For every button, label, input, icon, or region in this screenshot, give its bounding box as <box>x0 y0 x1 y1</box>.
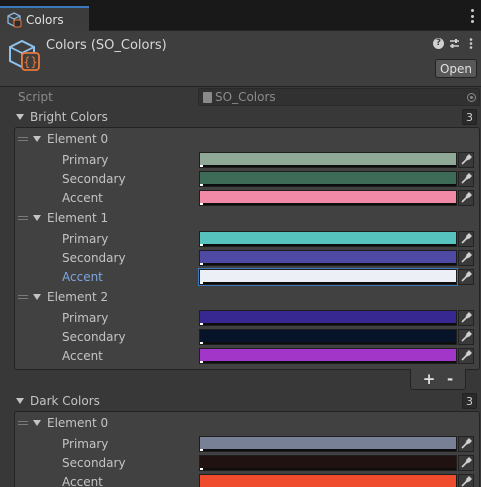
kebab-menu-icon[interactable] <box>465 38 476 49</box>
eyedropper-icon[interactable] <box>458 436 474 452</box>
script-value: SO_Colors <box>215 90 276 104</box>
script-label: Script <box>18 90 53 104</box>
tab-title: Colors <box>26 12 64 27</box>
color-field-secondary: Secondary <box>0 249 481 268</box>
color-swatch[interactable] <box>199 329 457 345</box>
field-label: Primary <box>62 153 109 167</box>
color-swatch[interactable] <box>199 310 457 326</box>
color-field-secondary: Secondary <box>0 454 481 473</box>
script-object-field[interactable]: SO_Colors <box>198 88 480 106</box>
color-swatch[interactable] <box>199 474 457 487</box>
object-picker-icon[interactable] <box>467 93 476 102</box>
tab-bar: Colors <box>0 0 481 31</box>
eyedropper-icon[interactable] <box>458 171 474 187</box>
element-label: Element 2 <box>47 290 109 304</box>
color-field-accent: Accent <box>0 473 481 487</box>
element-label: Element 0 <box>47 132 109 146</box>
color-field-accent: Accent <box>0 347 481 366</box>
color-swatch[interactable] <box>198 268 458 286</box>
tab-colors[interactable]: Colors <box>0 6 89 31</box>
color-field-primary: Primary <box>0 151 481 170</box>
color-swatch[interactable] <box>199 436 457 452</box>
field-label: Accent <box>62 191 103 205</box>
scriptable-object-icon <box>7 11 22 27</box>
color-swatch[interactable] <box>199 348 457 364</box>
list-item-element-0[interactable]: Element 0 <box>0 414 481 433</box>
eyedropper-icon[interactable] <box>458 250 474 266</box>
chevron-down-icon[interactable] <box>33 294 41 300</box>
bright-colors-label: Bright Colors <box>30 110 108 124</box>
dark-colors-label: Dark Colors <box>30 394 100 408</box>
color-swatch[interactable] <box>199 231 457 247</box>
element-label: Element 0 <box>47 416 109 430</box>
color-field-secondary: Secondary <box>0 328 481 347</box>
list-item-element-2[interactable]: Element 2 <box>0 288 481 307</box>
eyedropper-icon[interactable] <box>458 348 474 364</box>
color-field-accent: Accent <box>0 189 481 208</box>
drag-handle-icon[interactable] <box>18 137 28 141</box>
eyedropper-icon[interactable] <box>458 310 474 326</box>
field-label: Secondary <box>62 172 126 186</box>
eyedropper-icon[interactable] <box>458 474 474 487</box>
remove-element-button[interactable]: - <box>447 370 453 388</box>
list-add-remove-footer: + - <box>410 369 466 390</box>
color-swatch[interactable] <box>199 171 457 187</box>
dark-colors-count[interactable]: 3 <box>462 393 477 409</box>
chevron-down-icon[interactable] <box>33 136 41 142</box>
drag-handle-icon[interactable] <box>18 295 28 299</box>
field-label: Primary <box>62 311 109 325</box>
element-label: Element 1 <box>47 211 109 225</box>
chevron-down-icon[interactable] <box>16 114 24 120</box>
bright-colors-count[interactable]: 3 <box>462 109 477 125</box>
scriptable-object-icon: {} <box>9 39 40 71</box>
chevron-down-icon[interactable] <box>16 398 24 404</box>
dark-colors-header[interactable]: Dark Colors 3 <box>0 392 481 411</box>
field-label: Accent <box>62 475 103 487</box>
script-file-icon <box>203 91 212 103</box>
sliders-icon[interactable] <box>449 38 460 49</box>
color-swatch[interactable] <box>199 250 457 266</box>
add-element-button[interactable]: + <box>423 370 436 388</box>
script-row: Script SO_Colors <box>0 88 481 107</box>
color-field-primary: Primary <box>0 435 481 454</box>
eyedropper-icon[interactable] <box>458 190 474 206</box>
svg-text:{}: {} <box>23 55 37 69</box>
field-label: Accent <box>62 270 103 284</box>
list-item-element-0[interactable]: Element 0 <box>0 130 481 149</box>
list-item-element-1[interactable]: Element 1 <box>0 209 481 228</box>
inspector-header: {} Colors (SO_Colors) ? Open <box>0 31 481 87</box>
field-label: Primary <box>62 232 109 246</box>
kebab-menu-icon[interactable] <box>469 9 475 23</box>
eyedropper-icon[interactable] <box>458 152 474 168</box>
field-label: Secondary <box>62 251 126 265</box>
color-swatch[interactable] <box>199 190 457 206</box>
field-label: Accent <box>62 349 103 363</box>
eyedropper-icon[interactable] <box>458 269 474 285</box>
color-field-secondary: Secondary <box>0 170 481 189</box>
color-field-primary: Primary <box>0 309 481 328</box>
chevron-down-icon[interactable] <box>33 215 41 221</box>
eyedropper-icon[interactable] <box>458 231 474 247</box>
drag-handle-icon[interactable] <box>18 216 28 220</box>
color-field-primary: Primary <box>0 230 481 249</box>
color-swatch[interactable] <box>199 152 457 168</box>
chevron-down-icon[interactable] <box>33 420 41 426</box>
color-swatch[interactable] <box>199 455 457 471</box>
field-label: Secondary <box>62 330 126 344</box>
bright-colors-header[interactable]: Bright Colors 3 <box>0 108 481 127</box>
open-button[interactable]: Open <box>435 59 477 78</box>
field-label: Secondary <box>62 456 126 470</box>
field-label: Primary <box>62 437 109 451</box>
drag-handle-icon[interactable] <box>18 421 28 425</box>
eyedropper-icon[interactable] <box>458 329 474 345</box>
inspector-title: Colors (SO_Colors) <box>46 38 167 53</box>
help-icon[interactable]: ? <box>433 38 444 49</box>
eyedropper-icon[interactable] <box>458 455 474 471</box>
color-field-accent: Accent <box>0 268 481 287</box>
